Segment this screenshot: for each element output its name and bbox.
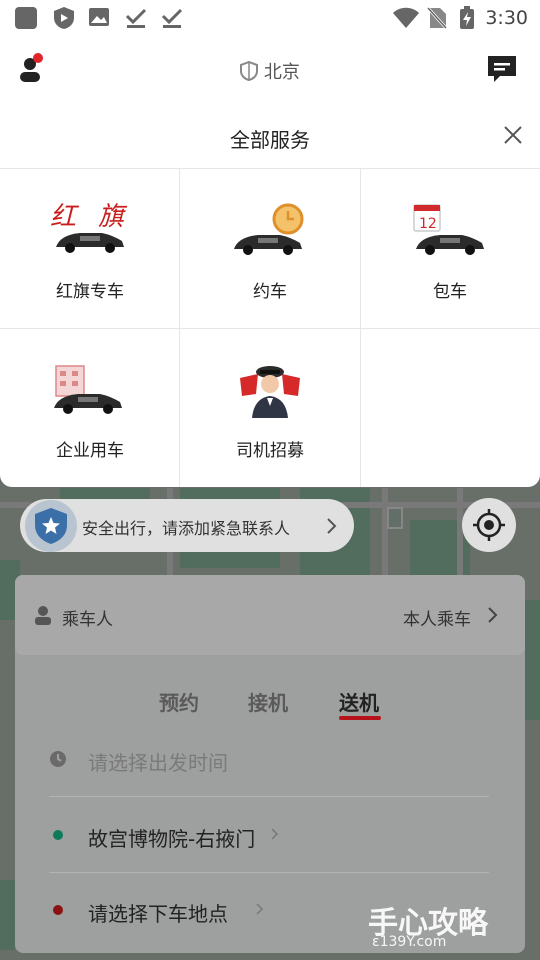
passenger-label: 乘车人: [62, 610, 113, 630]
tab-reserve[interactable]: 预约: [159, 687, 199, 716]
service-reserve[interactable]: 约车: [180, 169, 360, 328]
service-enterprise[interactable]: 企业用车: [0, 328, 180, 487]
services-grid: 红 旗 红旗专车 约车 12 包车 企业用车 司机招募: [0, 168, 540, 487]
status-bar: 3:30: [0, 0, 540, 36]
enterprise-car-icon: [54, 365, 122, 414]
svg-text:旗: 旗: [98, 202, 128, 232]
chevron-right-icon: [271, 828, 279, 840]
service-label: 红旗专车: [56, 282, 124, 302]
tab-pickup-airport[interactable]: 接机: [248, 687, 288, 716]
departure-time-input[interactable]: 请选择出发时间: [88, 747, 228, 776]
pickup-dot-icon: [53, 830, 63, 840]
image-notification-icon: [89, 8, 109, 26]
shield-notification-icon: [54, 7, 74, 29]
row-divider: [49, 796, 489, 797]
passenger-row[interactable]: 乘车人 本人乘车: [15, 575, 525, 655]
all-services-sheet: 全部服务 红 旗 红旗专车 约车 12 包车 企业用车 司机招募: [0, 102, 540, 487]
safety-text: 安全出行，请添加紧急联系人: [82, 519, 291, 538]
clock-text: 3:30: [485, 7, 528, 29]
chevron-right-icon: [327, 518, 337, 534]
sheet-title: 全部服务: [230, 128, 310, 152]
pickup-location[interactable]: 故宫博物院-右掖门: [88, 823, 255, 852]
message-icon[interactable]: [486, 54, 518, 84]
person-icon: [35, 606, 51, 625]
city-selector[interactable]: 北京: [0, 58, 540, 84]
watermark-url: ɛ139Y.com: [372, 934, 447, 950]
safety-shield-icon: [25, 500, 77, 552]
driver-recruit-icon: [240, 366, 300, 418]
dropoff-location-input[interactable]: 请选择下车地点: [88, 898, 228, 927]
passenger-value: 本人乘车: [403, 610, 471, 630]
no-sim-icon: [426, 6, 448, 30]
hongqi-car-icon: 红 旗: [50, 202, 128, 253]
service-hongqi[interactable]: 红 旗 红旗专车: [0, 169, 180, 328]
chevron-right-icon: [256, 903, 264, 915]
row-divider: [49, 872, 489, 873]
download-done-icon: [125, 8, 147, 28]
service-label: 企业用车: [56, 441, 124, 461]
chevron-right-icon: [488, 607, 498, 623]
reserve-car-icon: [234, 203, 304, 255]
svg-text:红: 红: [50, 202, 80, 232]
download-done-icon-2: [161, 8, 183, 28]
clock-icon: [50, 751, 66, 767]
wifi-icon: [393, 7, 419, 28]
service-label: 司机招募: [236, 441, 304, 461]
dropoff-dot-icon: [53, 905, 63, 915]
app-square-icon: [15, 7, 37, 29]
city-name: 北京: [263, 62, 300, 83]
service-charter[interactable]: 12 包车: [360, 169, 540, 328]
close-icon[interactable]: [500, 122, 526, 148]
app-header: 北京: [0, 36, 540, 102]
location-shield-icon: [240, 60, 259, 82]
active-tab-indicator: [339, 716, 381, 720]
service-driver-recruit[interactable]: 司机招募: [180, 328, 360, 487]
booking-card: 乘车人 本人乘车 预约 接机 送机 请选择出发时间 故宫博物院-右掖门 请选择下…: [15, 575, 525, 953]
safety-contact-banner[interactable]: 安全出行，请添加紧急联系人: [20, 499, 354, 552]
tab-dropoff-airport[interactable]: 送机: [339, 687, 379, 716]
service-label: 约车: [253, 282, 287, 302]
service-label: 包车: [433, 282, 467, 302]
crosshair-icon: [473, 509, 505, 541]
charter-car-icon: 12: [413, 204, 484, 255]
battery-charging-icon: [460, 6, 474, 29]
svg-text:12: 12: [419, 216, 437, 232]
locate-me-button[interactable]: [462, 498, 516, 552]
